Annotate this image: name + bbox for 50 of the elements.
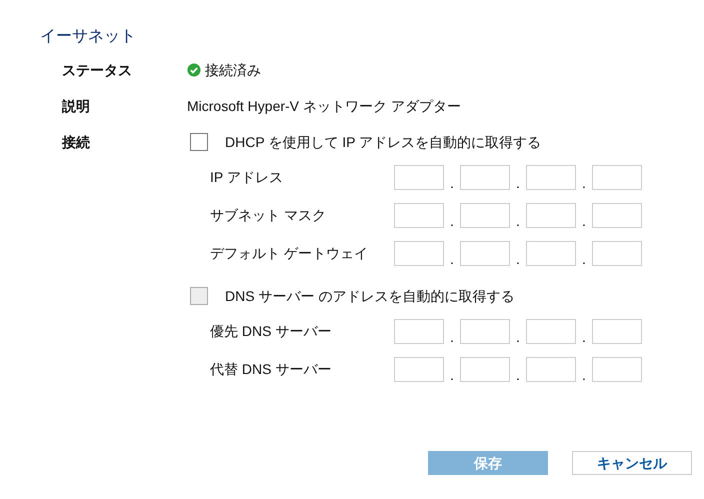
dot-separator: . xyxy=(581,368,587,382)
status-value: 接続済み xyxy=(205,61,261,80)
octet-input[interactable] xyxy=(592,165,642,190)
octet-input[interactable] xyxy=(526,165,576,190)
octet-input[interactable] xyxy=(592,357,642,382)
field-label: 優先 DNS サーバー xyxy=(210,322,332,341)
checkbox-label: DNS サーバー のアドレスを自動的に取得する xyxy=(225,287,514,306)
octet-input[interactable] xyxy=(394,165,444,190)
dot-separator: . xyxy=(449,176,455,190)
dot-separator: . xyxy=(515,330,521,344)
checkbox[interactable] xyxy=(190,133,208,151)
dot-separator: . xyxy=(581,214,587,228)
octet-input[interactable] xyxy=(592,203,642,228)
octet-input[interactable] xyxy=(394,357,444,382)
octet-input[interactable] xyxy=(394,241,444,266)
dot-separator: . xyxy=(449,330,455,344)
octet-input[interactable] xyxy=(460,319,510,344)
octet-input[interactable] xyxy=(526,319,576,344)
octet-input[interactable] xyxy=(460,203,510,228)
octet-input[interactable] xyxy=(526,241,576,266)
dot-separator: . xyxy=(515,176,521,190)
field-label: IP アドレス xyxy=(210,168,284,187)
octet-input[interactable] xyxy=(526,357,576,382)
field-label: サブネット マスク xyxy=(210,206,327,225)
field-label: ステータス xyxy=(62,61,133,80)
octet-input[interactable] xyxy=(526,203,576,228)
page-title: イーサネット xyxy=(40,27,137,47)
dot-separator: . xyxy=(515,368,521,382)
octet-input[interactable] xyxy=(460,241,510,266)
octet-input[interactable] xyxy=(394,203,444,228)
dot-separator: . xyxy=(581,176,587,190)
description-value: Microsoft Hyper-V ネットワーク アダプター xyxy=(187,97,461,116)
octet-input[interactable] xyxy=(592,319,642,344)
field-label: 説明 xyxy=(62,97,91,116)
checkbox-label: DHCP を使用して IP アドレスを自動的に取得する xyxy=(225,133,542,152)
octet-input[interactable] xyxy=(394,319,444,344)
octet-input[interactable] xyxy=(460,165,510,190)
field-label: デフォルト ゲートウェイ xyxy=(210,244,369,263)
octet-input[interactable] xyxy=(460,357,510,382)
dot-separator: . xyxy=(581,330,587,344)
dot-separator: . xyxy=(515,214,521,228)
dot-separator: . xyxy=(449,252,455,266)
octet-input[interactable] xyxy=(592,241,642,266)
cancel-button[interactable]: キャンセル xyxy=(572,451,692,475)
dot-separator: . xyxy=(515,252,521,266)
dot-separator: . xyxy=(449,368,455,382)
dot-separator: . xyxy=(449,214,455,228)
field-label: 接続 xyxy=(62,133,91,152)
field-label: 代替 DNS サーバー xyxy=(210,360,332,379)
dot-separator: . xyxy=(581,252,587,266)
